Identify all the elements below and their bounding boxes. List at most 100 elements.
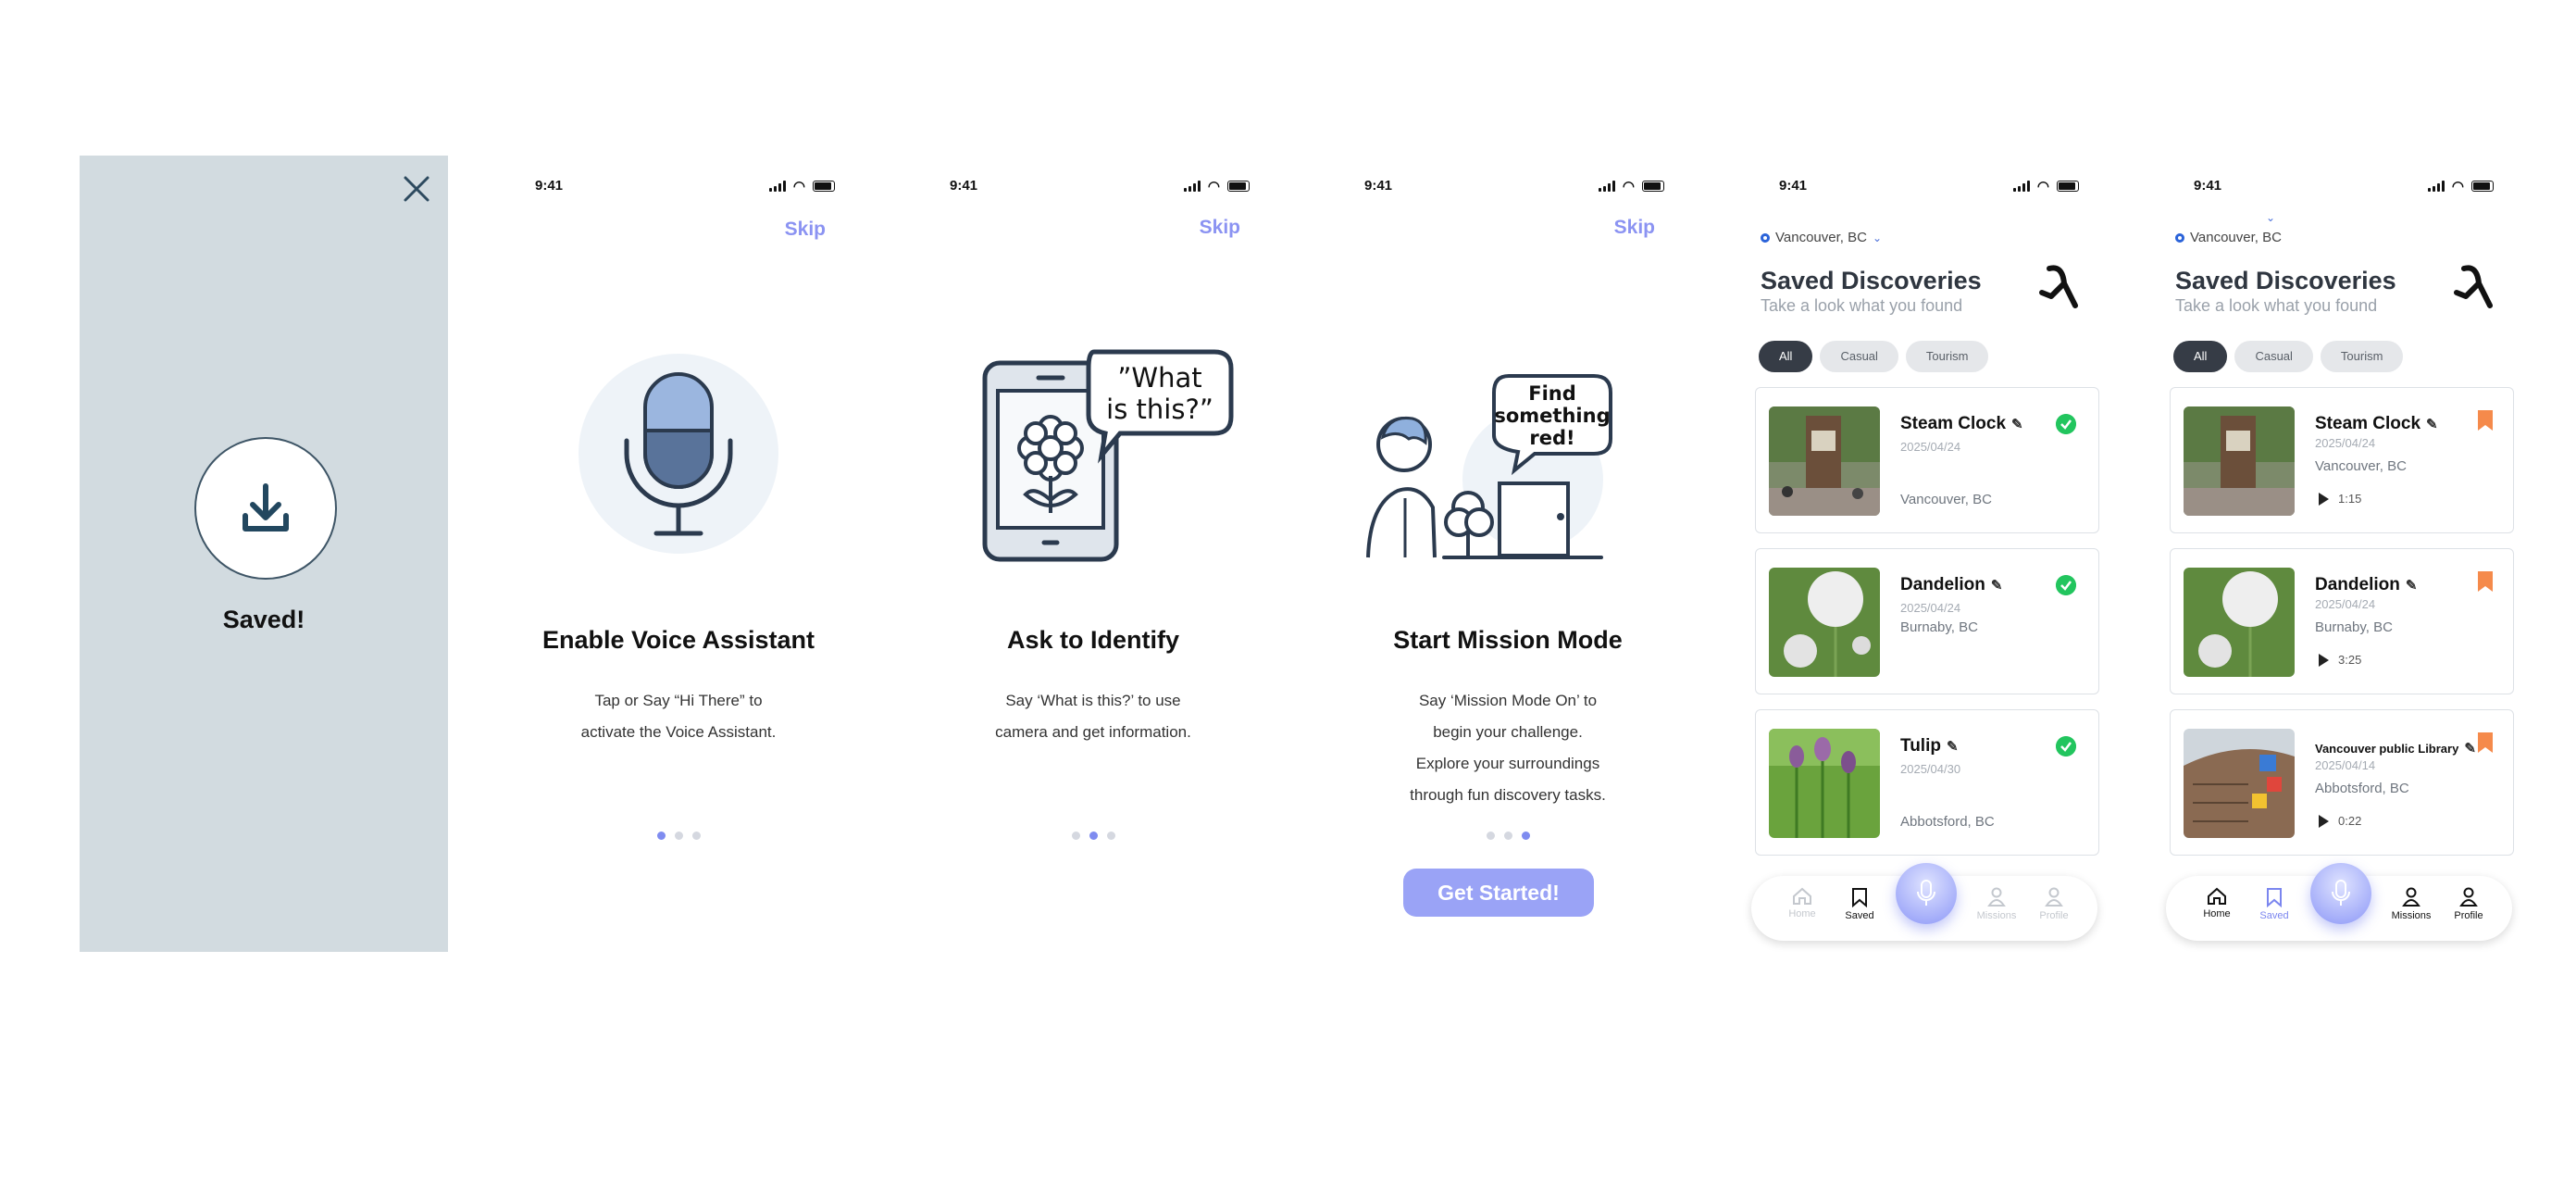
tab-missions[interactable]: Missions — [2388, 887, 2434, 921]
edit-pencil-icon[interactable]: ✎ — [2464, 740, 2476, 757]
wifi-icon: ◠ — [792, 179, 805, 194]
discovery-date: 2025/04/24 — [2315, 597, 2376, 611]
chip-casual[interactable]: Casual — [1820, 341, 1898, 372]
description-line: Say ‘Mission Mode On’ to — [1418, 692, 1598, 709]
check-circle-icon — [2056, 736, 2076, 757]
library-photo — [2184, 729, 2295, 838]
page-indicator — [909, 832, 1277, 840]
audio-clip[interactable]: 3:25 — [2319, 653, 2361, 667]
microphone-illustration — [579, 354, 778, 554]
chevron-down-icon: ⌄ — [1872, 231, 1883, 244]
dandelion-photo — [1769, 568, 1880, 677]
saved-discoveries-screen: 9:41 ◠ Vancouver, BC ⌄ Saved Discoveries… — [1738, 156, 2107, 952]
skip-button[interactable]: Skip — [1200, 217, 1240, 239]
edit-pencil-icon[interactable]: ✎ — [1947, 738, 1959, 755]
signal-icon — [2012, 181, 2030, 192]
voice-assistant-button[interactable] — [2310, 863, 2371, 924]
voice-assistant-button[interactable] — [1896, 863, 1957, 924]
location-selector[interactable]: Vancouver, BC ⌄ — [1761, 230, 1882, 245]
description-line: Tap or Say “Hi There” to — [594, 692, 763, 709]
description-line: through fun discovery tasks. — [1410, 786, 1606, 804]
description-line: Say ‘What is this?’ to use — [1005, 692, 1181, 709]
check-circle-icon — [2056, 414, 2076, 434]
status-time: 9:41 — [950, 178, 978, 194]
location-selector[interactable]: Vancouver, BC — [2175, 230, 2282, 245]
description-line: activate the Voice Assistant. — [580, 723, 777, 741]
description-line: camera and get information. — [995, 723, 1191, 741]
tab-home[interactable]: Home — [2194, 887, 2240, 919]
tab-saved[interactable]: Saved — [1836, 887, 1883, 921]
page-dot — [1486, 832, 1495, 840]
discovery-place: Burnaby, BC — [1900, 619, 1978, 635]
dandelion-photo — [2184, 568, 2295, 677]
tab-profile[interactable]: Profile — [2445, 887, 2492, 921]
tab-home[interactable]: Home — [1779, 887, 1825, 919]
audio-duration: 0:22 — [2338, 814, 2362, 828]
close-icon[interactable] — [398, 170, 435, 207]
chip-tourism[interactable]: Tourism — [1905, 341, 1989, 372]
bookmark-filled-icon[interactable] — [2478, 410, 2493, 431]
page-subtitle: Take a look what you found — [2175, 296, 2378, 315]
signal-icon — [1183, 181, 1201, 192]
play-icon — [2319, 814, 2329, 828]
download-badge — [194, 437, 337, 580]
status-bar: 9:41 ◠ — [1779, 176, 2079, 198]
battery-icon — [1227, 181, 1250, 192]
discovery-card[interactable]: Steam Clock ✎ 2025/04/24 Vancouver, BC 1:… — [2170, 387, 2514, 533]
chip-all[interactable]: All — [1759, 341, 1813, 372]
discovery-card[interactable]: Tulip ✎ 2025/04/30 Abbotsford, BC — [1755, 709, 2099, 856]
discovery-card[interactable]: Vancouver public Library ✎ 2025/04/14 Abb… — [2170, 709, 2514, 856]
tab-missions[interactable]: Missions — [1973, 887, 2020, 921]
edit-pencil-icon[interactable]: ✎ — [2011, 416, 2023, 432]
person-icon — [1987, 887, 2006, 907]
audio-clip[interactable]: 1:15 — [2319, 492, 2361, 506]
chip-casual[interactable]: Casual — [2234, 341, 2313, 372]
bottom-tab-bar: Home Saved Missions Profile — [1751, 863, 2097, 941]
discovery-place: Vancouver, BC — [1900, 492, 1992, 507]
saved-discoveries-audio-screen: 9:41 ◠ ⌄ Vancouver, BC Saved Discoveries… — [2153, 156, 2521, 952]
chip-tourism[interactable]: Tourism — [2320, 341, 2404, 372]
tulip-photo — [1769, 729, 1880, 838]
edit-pencil-icon[interactable]: ✎ — [2406, 577, 2418, 594]
person-icon — [2402, 887, 2420, 907]
discovery-date: 2025/04/24 — [1900, 440, 1961, 454]
page-dot — [656, 832, 666, 840]
onboarding-title: Enable Voice Assistant — [541, 626, 815, 654]
audio-duration: 3:25 — [2338, 653, 2362, 667]
description-line: begin your challenge. — [1433, 723, 1583, 741]
wifi-icon: ◠ — [2451, 179, 2464, 194]
discovery-date: 2025/04/14 — [2315, 758, 2376, 772]
edit-pencil-icon[interactable]: ✎ — [1991, 577, 2003, 594]
edit-pencil-icon[interactable]: ✎ — [2426, 416, 2438, 432]
tab-profile[interactable]: Profile — [2031, 887, 2077, 921]
discovery-card[interactable]: Steam Clock ✎ 2025/04/24 Vancouver, BC — [1755, 387, 2099, 533]
skip-button[interactable]: Skip — [785, 219, 826, 241]
bookmark-filled-icon[interactable] — [2478, 732, 2493, 753]
discovery-name: Dandelion ✎ — [2315, 575, 2418, 594]
bottom-tab-bar: Home Saved Missions Profile — [2166, 863, 2512, 941]
filter-chips: All Casual Tourism — [2173, 341, 2404, 372]
speech-bubble-text: ”What — [1117, 362, 1201, 394]
discovery-name: Steam Clock ✎ — [2315, 414, 2438, 433]
wifi-icon: ◠ — [1207, 179, 1220, 194]
microphone-icon — [2332, 880, 2350, 906]
discovery-name: Tulip ✎ — [1900, 736, 1959, 756]
tab-saved[interactable]: Saved — [2251, 887, 2297, 921]
chevron-down-icon[interactable]: ⌄ — [2266, 211, 2275, 224]
page-dot — [1521, 832, 1530, 840]
audio-duration: 1:15 — [2338, 492, 2362, 506]
skip-button[interactable]: Skip — [1614, 217, 1655, 239]
steam-clock-photo — [2184, 406, 2295, 516]
app-logo-icon — [2039, 265, 2078, 308]
chip-all[interactable]: All — [2173, 341, 2228, 372]
page-title: Saved Discoveries — [2175, 267, 2396, 294]
speech-bubble-text: Find — [1528, 382, 1576, 405]
discovery-card[interactable]: Dandelion ✎ 2025/04/24 Burnaby, BC — [1755, 548, 2099, 694]
get-started-button[interactable]: Get Started! — [1403, 869, 1594, 917]
steam-clock-photo — [1769, 406, 1880, 516]
bookmark-filled-icon[interactable] — [2478, 571, 2493, 592]
battery-icon — [813, 181, 835, 192]
audio-clip[interactable]: 0:22 — [2319, 814, 2361, 828]
discovery-card[interactable]: Dandelion ✎ 2025/04/24 Burnaby, BC 3:25 — [2170, 548, 2514, 694]
play-icon — [2319, 492, 2329, 506]
